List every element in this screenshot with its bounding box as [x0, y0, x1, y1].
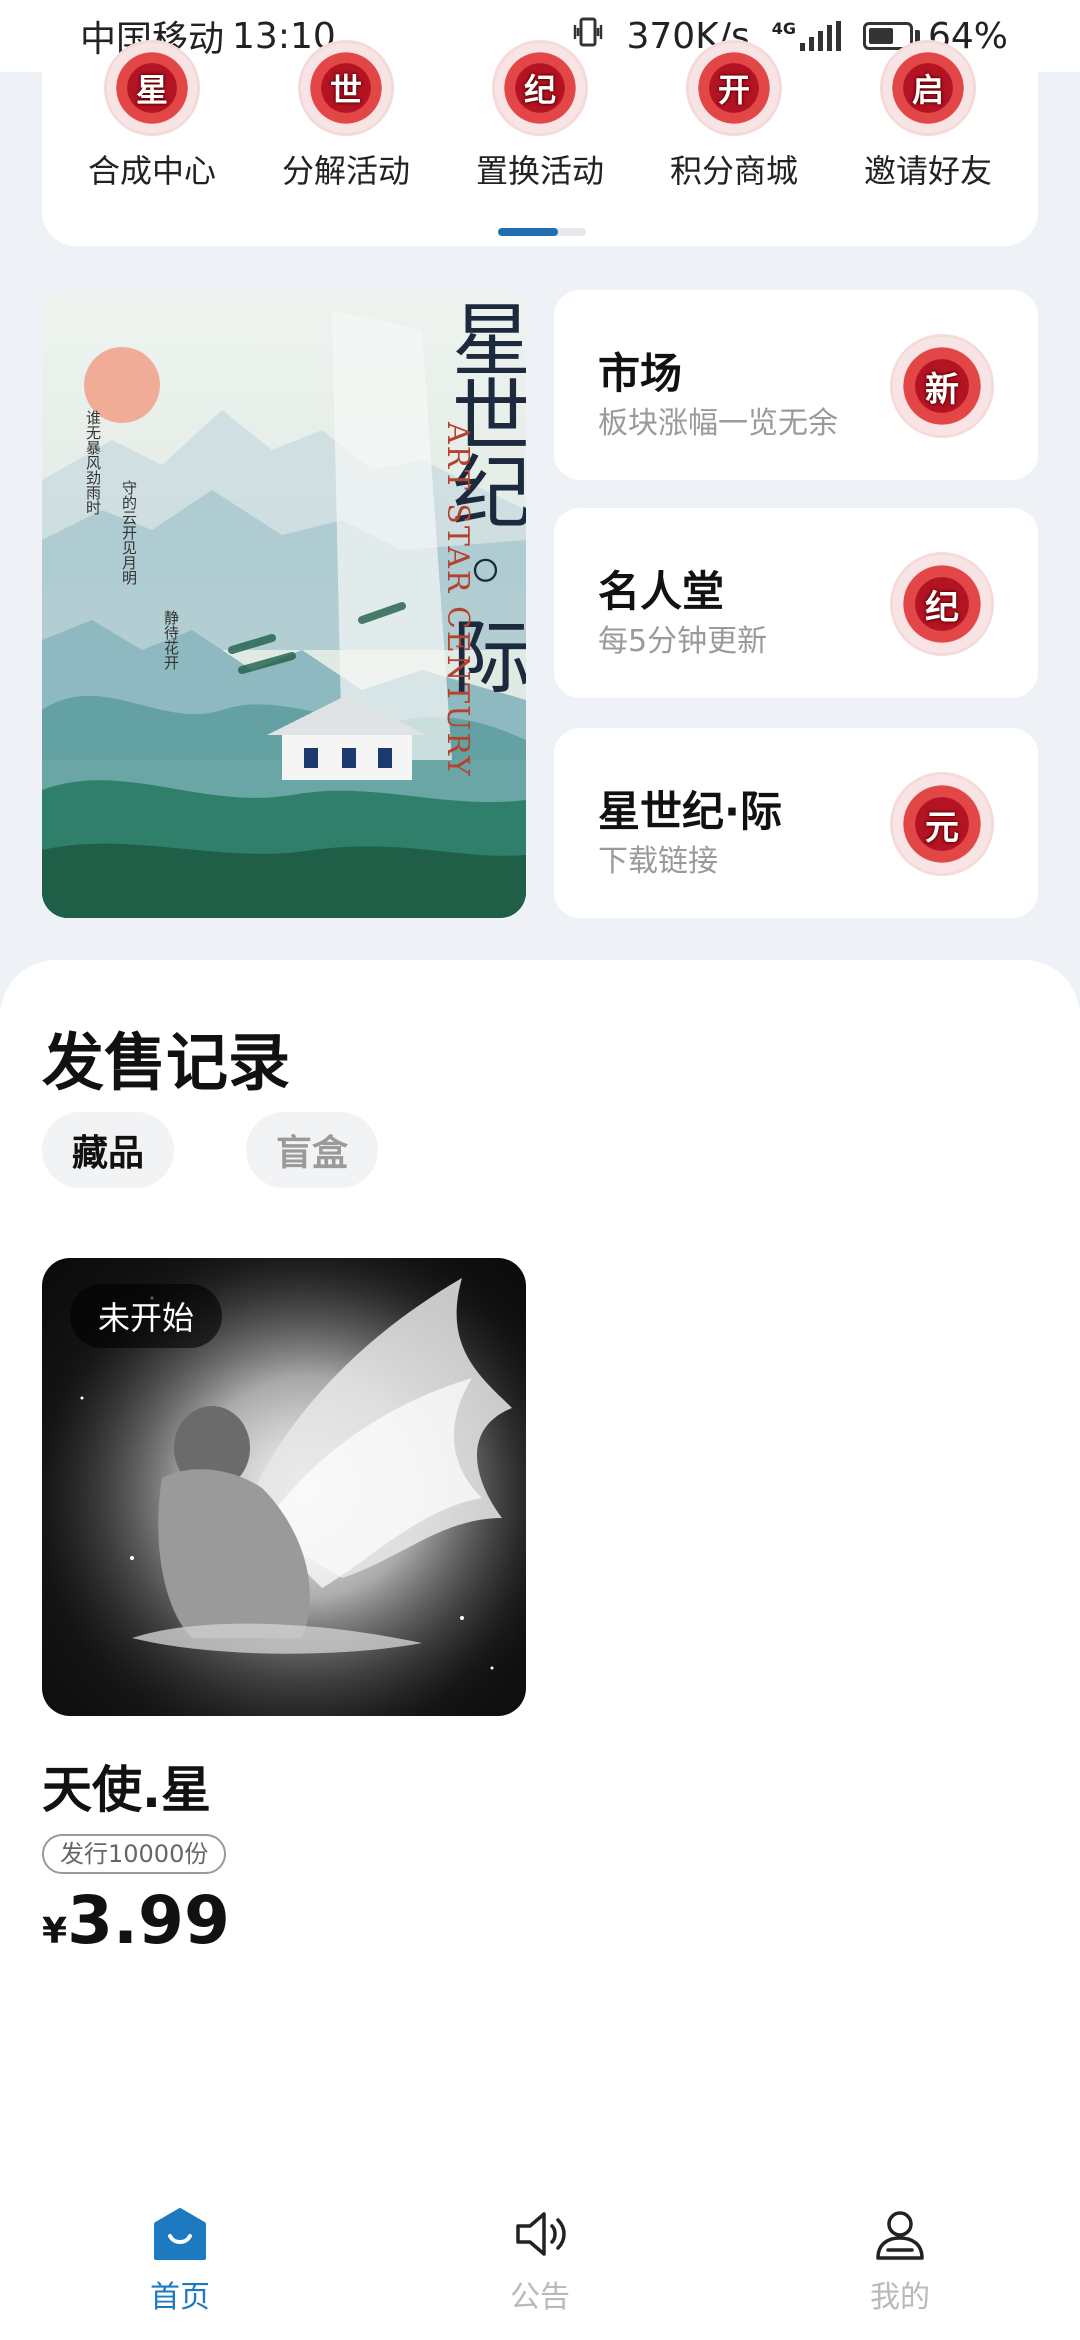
sales-records-section: 发售记录 藏品 盲盒 未开始 天使.星 发行10000份 ¥ 3.99	[0, 960, 1080, 2340]
tab-blind-box[interactable]: 盲盒	[246, 1112, 378, 1188]
medal-icon: 启	[880, 40, 976, 136]
issue-count-tag: 发行10000份	[42, 1834, 227, 1874]
feature-subtitle: 下载链接	[598, 844, 718, 879]
nav-label: 我的	[870, 2280, 930, 2315]
feature-card-hall-of-fame[interactable]: 名人堂 每5分钟更新 纪	[554, 508, 1038, 698]
poster-subtitle-en: ART STAR CENTURY	[440, 422, 475, 778]
page-indicator-active	[498, 228, 558, 236]
user-icon	[876, 2211, 924, 2260]
quick-item-label: 邀请好友	[863, 152, 992, 190]
medal-icon: 纪	[492, 40, 588, 136]
poster-poem-line-1: 谁无暴风劲雨时	[84, 410, 102, 515]
feature-subtitle: 每5分钟更新	[598, 624, 768, 659]
feature-card-download[interactable]: 星世纪·际 下载链接 元	[554, 728, 1038, 918]
poster-poem-line-2: 守的云开见月明	[120, 480, 138, 585]
vibrate-icon	[571, 15, 605, 58]
signal-icon: 4G	[772, 21, 841, 51]
product-card[interactable]: 未开始 天使.星 发行10000份 ¥ 3.99	[42, 1258, 526, 1959]
status-badge: 未开始	[70, 1284, 223, 1348]
nav-home[interactable]: 首页	[0, 2180, 360, 2340]
medal-icon: 纪	[890, 552, 994, 656]
quick-item-decompose-activity[interactable]: 世 分解活动	[256, 40, 436, 192]
tab-collectibles[interactable]: 藏品	[42, 1112, 174, 1188]
quick-item-points-mall[interactable]: 开 积分商城	[644, 40, 824, 192]
medal-icon: 元	[890, 772, 994, 876]
section-title: 发售记录	[42, 1026, 291, 1099]
page-indicator	[498, 228, 586, 236]
quick-item-label: 积分商城	[669, 152, 798, 190]
speaker-icon	[516, 2212, 566, 2256]
feature-title: 名人堂	[598, 567, 725, 616]
poster-poem-line-3: 静待花开	[162, 610, 180, 670]
currency-symbol: ¥	[42, 1911, 68, 1952]
home-icon	[154, 2208, 206, 2260]
quick-item-label: 置换活动	[475, 152, 604, 190]
quick-item-invite-friends[interactable]: 启 邀请好友	[838, 40, 1018, 192]
signal-bars	[799, 21, 841, 51]
quick-item-label: 分解活动	[281, 152, 410, 190]
product-name: 天使.星	[42, 1761, 211, 1819]
product-image[interactable]: 未开始	[42, 1258, 526, 1716]
app-page: 中国移动 13:10 370K/s 4G 64% 星 合成中心	[0, 0, 1080, 2340]
feature-subtitle: 板块涨幅一览无余	[598, 406, 838, 441]
battery-fill	[868, 28, 894, 44]
feature-title: 市场	[598, 349, 683, 398]
quick-menu-card: 星 合成中心 世 分解活动 纪 置换活动 开 积分商城 启 邀请好友	[42, 40, 1038, 246]
product-price: ¥ 3.99	[42, 1882, 526, 1959]
quick-item-label: 合成中心	[87, 152, 216, 190]
quick-item-synthesis-center[interactable]: 星 合成中心	[62, 40, 242, 192]
medal-icon: 世	[298, 40, 394, 136]
nav-label: 首页	[150, 2280, 210, 2315]
feature-title: 星世纪·际	[598, 787, 782, 836]
network-type: 4G	[771, 19, 796, 38]
price-value: 3.99	[67, 1882, 230, 1959]
quick-item-exchange-activity[interactable]: 纪 置换活动	[450, 40, 630, 192]
medal-icon: 开	[686, 40, 782, 136]
bottom-nav: 首页 公告 我的	[0, 2180, 1080, 2340]
nav-label: 公告	[510, 2280, 570, 2315]
quick-menu-items: 星 合成中心 世 分解活动 纪 置换活动 开 积分商城 启 邀请好友	[42, 40, 1038, 192]
nav-announcements[interactable]: 公告	[360, 2180, 720, 2340]
poster-banner[interactable]: 星世纪◦际 ART STAR CENTURY 谁无暴风劲雨时 守的云开见月明 静…	[42, 290, 526, 918]
medal-icon: 新	[890, 334, 994, 438]
feature-card-market[interactable]: 市场 板块涨幅一览无余 新	[554, 290, 1038, 480]
medal-icon: 星	[104, 40, 200, 136]
nav-profile[interactable]: 我的	[720, 2180, 1080, 2340]
